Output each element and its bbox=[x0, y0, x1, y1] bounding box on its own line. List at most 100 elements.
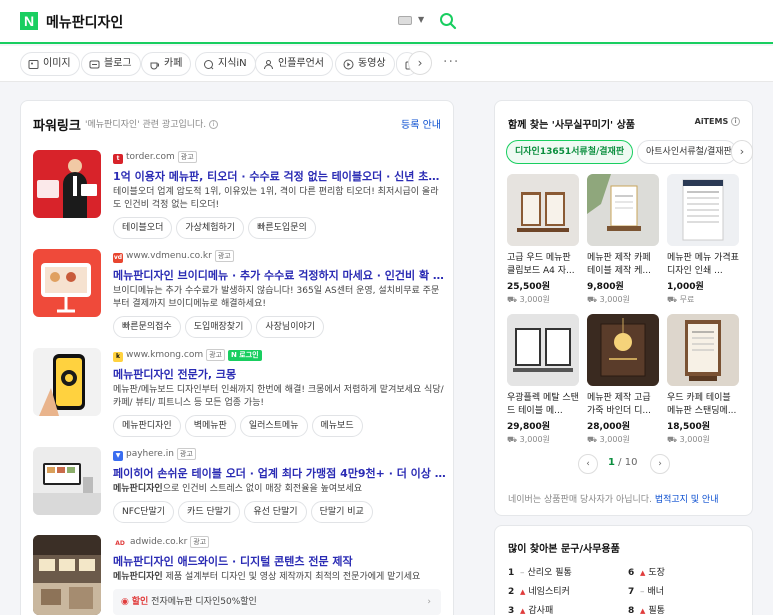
category-pill[interactable]: 아트사인서류철/결재판 bbox=[637, 140, 737, 164]
ad-sublink[interactable]: 테이블오더 bbox=[113, 217, 173, 239]
search-query-text[interactable]: 메뉴판디자인 bbox=[46, 12, 123, 32]
blog-icon bbox=[89, 60, 100, 69]
product-image[interactable] bbox=[667, 314, 739, 386]
product-image[interactable] bbox=[667, 174, 739, 246]
product-image[interactable] bbox=[507, 314, 579, 386]
ad-description: 메뉴판디자인으로 인건비 스트레스 없이 매장 회전율을 높여보세요 bbox=[113, 484, 363, 494]
chevron-right-icon: › bbox=[427, 597, 431, 607]
tab-influencer[interactable]: 인플루언서 bbox=[255, 52, 333, 76]
ad-source[interactable]: vd www.vdmenu.co.kr 광고 bbox=[113, 249, 446, 263]
powerlink-subtitle: '메뉴판디자인' 관련 광고입니다. i bbox=[85, 117, 219, 130]
search-tabs: 이미지 블로그 카페 지식iN 인플루언서 동영상 쇼 › ··· bbox=[0, 46, 773, 82]
kmong-favicon: k bbox=[113, 352, 123, 362]
ad-title-link[interactable]: 1억 이용자 메뉴판, 티오더 · 수수료 걱정 없는 테이블오더 · 신년 초… bbox=[113, 168, 446, 183]
ad-thumbnail[interactable] bbox=[33, 535, 101, 615]
ad-sublink[interactable]: 단말기 비교 bbox=[310, 501, 373, 523]
ranking-item[interactable]: 1– 산리오 필통 bbox=[508, 565, 572, 578]
ad-thumbnail[interactable] bbox=[33, 447, 101, 515]
search-icon[interactable] bbox=[439, 12, 457, 30]
play-icon bbox=[343, 59, 354, 70]
torder-favicon: t bbox=[113, 154, 123, 164]
payhere-favicon: ▼ bbox=[113, 451, 123, 461]
ad-source[interactable]: k www.kmong.com 광고 N 로그인 bbox=[113, 348, 446, 362]
question-icon bbox=[204, 60, 214, 70]
ad-sublink[interactable]: 메뉴판디자인 bbox=[113, 415, 181, 437]
ad-sublink[interactable]: NFC단말기 bbox=[113, 501, 175, 523]
ad-sublink[interactable]: 일러스트메뉴 bbox=[239, 415, 308, 437]
product-card[interactable]: 메뉴판 제작 고급 가죽 바인더 디... 28,000원 ⛟ 3,000원 bbox=[587, 314, 659, 445]
ad-sublink[interactable]: 사장님이야기 bbox=[256, 316, 325, 338]
ranking-item[interactable]: 6 ▲ 도장 bbox=[628, 565, 665, 578]
ad-register-link[interactable]: 등록 안내 bbox=[401, 116, 441, 131]
product-image[interactable] bbox=[587, 314, 659, 386]
ad-description: 메뉴판/메뉴보드 디자인부터 인쇄까지 한번에 해결! 크몽에서 저렴하게 맡겨… bbox=[113, 385, 444, 408]
ad-badge: 광고 bbox=[206, 349, 225, 361]
ad-sublink[interactable]: 유선 단말기 bbox=[244, 501, 307, 523]
prev-page-button[interactable]: ‹ bbox=[578, 454, 598, 474]
ad-badge: 광고 bbox=[176, 448, 196, 460]
ad-description: 테이블오더 업계 압도적 1위, 이유있는 1위, 격이 다른 편리함 티오더!… bbox=[113, 187, 439, 210]
info-icon[interactable]: i bbox=[209, 120, 219, 129]
product-image[interactable] bbox=[587, 174, 659, 246]
product-card[interactable]: 메뉴판 제작 카페 테이블 제작 케... 9,800원 ⛟ 3,000원 bbox=[587, 174, 659, 305]
category-pill-active[interactable]: 디자인13651서류철/결재판 bbox=[506, 140, 633, 164]
product-image[interactable] bbox=[507, 174, 579, 246]
info-icon[interactable]: i bbox=[731, 117, 740, 126]
shipping-fee: ⛟ 3,000원 bbox=[667, 435, 710, 444]
ranking-item[interactable]: 7– 배너 bbox=[628, 584, 664, 597]
tab-image[interactable]: 이미지 bbox=[20, 52, 80, 76]
ad-title-link[interactable]: 메뉴판디자인 애드와이드 · 디지털 콘텐츠 전문 제작 bbox=[113, 553, 446, 568]
shipping-fee: ⛟ 3,000원 bbox=[587, 435, 630, 444]
more-menu-icon[interactable]: ··· bbox=[443, 54, 459, 70]
caret-down-icon[interactable]: ▼ bbox=[418, 15, 424, 24]
next-page-button[interactable]: › bbox=[650, 454, 670, 474]
page-indicator: 1 / 10 bbox=[608, 457, 638, 468]
tabs-next-button[interactable]: › bbox=[408, 51, 432, 75]
truck-icon: ⛟ bbox=[667, 295, 678, 304]
ad-sublink[interactable]: 도입매장찾기 bbox=[184, 316, 253, 338]
ranking-item[interactable]: 8 ▲ 필통 bbox=[628, 603, 665, 615]
ad-thumbnail[interactable] bbox=[33, 150, 101, 218]
product-card[interactable]: 우드 카페 테이블 메뉴판 스탠딩메... 18,500원 ⛟ 3,000원 bbox=[667, 314, 739, 445]
tab-kin[interactable]: 지식iN bbox=[195, 52, 256, 76]
product-card[interactable]: 우광플렉 메탈 스탠드 테이블 메... 29,800원 ⛟ 3,000원 bbox=[507, 314, 579, 445]
product-card[interactable]: 고급 우드 메뉴판 클립보드 A4 자... 25,500원 ⛟ 3,000원 bbox=[507, 174, 579, 305]
ad-badge: 광고 bbox=[177, 151, 197, 163]
ad-sublink[interactable]: 카드 단말기 bbox=[178, 501, 241, 523]
adwide-favicon: AD bbox=[113, 539, 127, 549]
product-name: 메뉴판 제작 카페 테이블 제작 케... bbox=[587, 253, 651, 276]
legal-notice-link[interactable]: 법적고지 및 안내 bbox=[655, 495, 719, 505]
ranking-item[interactable]: 2 ▲ 네임스티커 bbox=[508, 584, 570, 597]
ad-sublink[interactable]: 벽메뉴판 bbox=[184, 415, 236, 437]
pills-next-button[interactable]: › bbox=[731, 140, 753, 164]
ad-source[interactable]: t torder.com 광고 bbox=[113, 150, 446, 164]
keyboard-icon[interactable] bbox=[398, 16, 412, 25]
ad-sublink[interactable]: 가상체험하기 bbox=[176, 217, 245, 239]
ad-thumbnail[interactable] bbox=[33, 348, 101, 416]
ad-sublink[interactable]: 빠른도입문의 bbox=[248, 217, 316, 239]
tab-blog[interactable]: 블로그 bbox=[81, 52, 141, 76]
product-name: 우광플렉 메탈 스탠드 테이블 메... bbox=[507, 393, 579, 416]
ad-thumbnail[interactable] bbox=[33, 249, 101, 317]
product-card[interactable]: 메뉴판 메뉴 가격표 디자인 인쇄 ... 1,000원 ⛟ 무료 bbox=[667, 174, 739, 305]
ad-title-link[interactable]: 메뉴판디자인 전문가, 크몽 bbox=[113, 366, 446, 381]
cafe-icon bbox=[150, 62, 159, 70]
ad-source[interactable]: AD adwide.co.kr 광고 bbox=[113, 535, 446, 549]
tab-video[interactable]: 동영상 bbox=[335, 52, 395, 76]
naver-logo[interactable]: N bbox=[20, 12, 38, 30]
product-pagination: ‹ 1 / 10 › bbox=[578, 454, 672, 474]
ad-promo-bar[interactable]: ◉ 할인 전자메뉴판 디자인50%할인 › bbox=[113, 589, 441, 615]
ad-title-link[interactable]: 메뉴판디자인 브이디메뉴 · 추가 수수료 걱정하지 마세요 · 인건비 확 낮… bbox=[113, 267, 446, 282]
ad-sublink[interactable]: 빠른문의접수 bbox=[113, 316, 181, 338]
shipping-fee: ⛟ 3,000원 bbox=[507, 435, 550, 444]
popular-title: 많이 찾아본 문구/사무용품 bbox=[508, 544, 620, 555]
ranking-item[interactable]: 3 ▲ 감사패 bbox=[508, 603, 553, 615]
tab-cafe[interactable]: 카페 bbox=[141, 52, 192, 76]
ad-source[interactable]: ▼ payhere.in 광고 bbox=[113, 447, 446, 461]
ad-item: ▼ payhere.in 광고 페이히어 손쉬운 테이블 오더 · 업계 최다 가맹… bbox=[33, 447, 448, 527]
ad-title-link[interactable]: 페이히어 손쉬운 테이블 오더 · 업계 최다 가맹점 4만9천+ · 더 이상… bbox=[113, 465, 446, 480]
truck-icon: ⛟ bbox=[507, 295, 518, 304]
shipping-fee: ⛟ 3,000원 bbox=[587, 295, 630, 304]
ad-description: 메뉴판디자인 제품 설계부터 디자인 및 영상 제작까지 최적의 전문가에게 맡… bbox=[113, 572, 421, 582]
ad-sublink[interactable]: 메뉴보드 bbox=[311, 415, 363, 437]
